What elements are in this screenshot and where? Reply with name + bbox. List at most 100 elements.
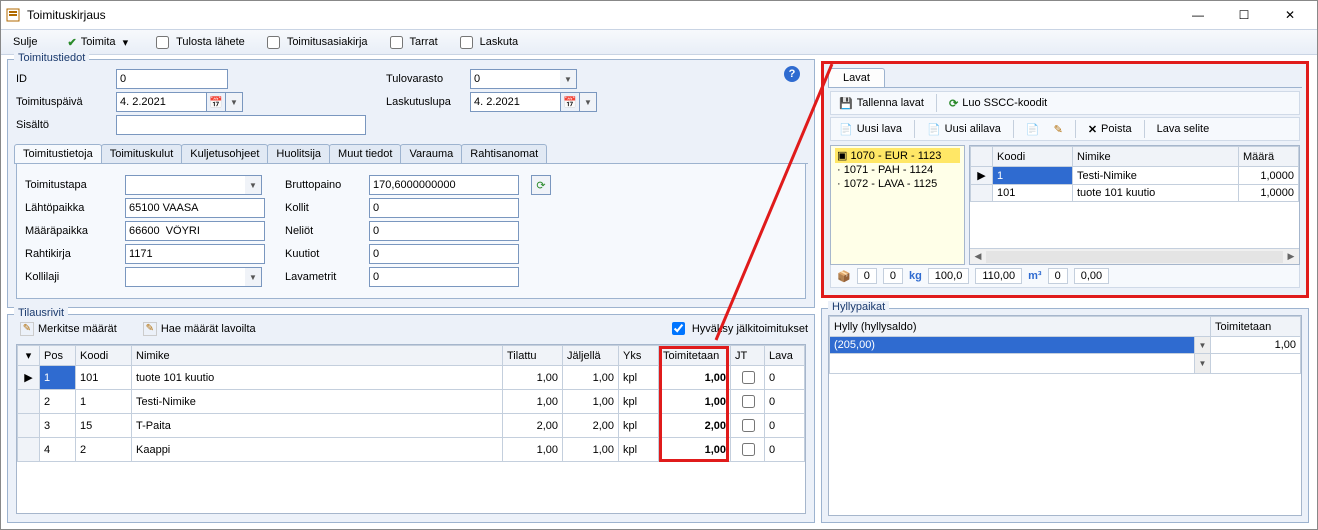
invoice-perm-field[interactable] bbox=[470, 92, 560, 112]
shelf-dropdown[interactable]: ▼ bbox=[1194, 337, 1210, 353]
gross-refresh-button[interactable]: ⟳ bbox=[531, 175, 551, 195]
close-window-button[interactable]: ✕ bbox=[1267, 1, 1313, 29]
method-field[interactable] bbox=[125, 175, 245, 195]
jt-checkbox[interactable] bbox=[742, 419, 755, 432]
tree-node[interactable]: · 1072 - LAVA - 1125 bbox=[835, 177, 960, 191]
col-maara[interactable]: Määrä bbox=[1239, 147, 1299, 167]
subtab-muut tiedot[interactable]: Muut tiedot bbox=[329, 144, 401, 163]
orderline-row[interactable]: 315T-Paita2,002,00kpl2,000 bbox=[18, 414, 805, 438]
tab-lavat[interactable]: Lavat bbox=[828, 68, 885, 87]
status-w: 110,00 bbox=[975, 268, 1022, 284]
lavat-panel-highlight: Lavat 💾Tallenna lavat ⟳Luo SSCC-koodit 📄… bbox=[821, 61, 1309, 298]
orderline-row[interactable]: ▶1101tuote 101 kuutio1,001,00kpl1,000 bbox=[18, 366, 805, 390]
method-dropdown[interactable]: ▼ bbox=[245, 175, 262, 195]
invoice-toggle[interactable]: Laskuta bbox=[456, 33, 519, 52]
waybill-field[interactable] bbox=[125, 244, 265, 264]
pallet-desc-button[interactable]: Lava selite bbox=[1153, 121, 1214, 137]
content-field[interactable] bbox=[116, 115, 366, 135]
col-koodi[interactable]: Koodi bbox=[76, 346, 132, 366]
delivery-date-field[interactable] bbox=[116, 92, 206, 112]
labels-toggle[interactable]: Tarrat bbox=[386, 33, 438, 52]
shelf-row[interactable]: (205,00) ▼ 1,00 bbox=[830, 337, 1301, 354]
labels-checkbox[interactable] bbox=[390, 36, 403, 49]
col-jt[interactable]: JT bbox=[731, 346, 765, 366]
col-tilattu[interactable]: Tilattu bbox=[503, 346, 563, 366]
fetch-qty-button[interactable]: ✎Hae määrät lavoilta bbox=[137, 320, 262, 338]
jt-checkbox[interactable] bbox=[742, 443, 755, 456]
new-subpallet-button[interactable]: 📄Uusi alilava bbox=[923, 121, 1005, 138]
col-hylly[interactable]: Hylly (hyllysaldo) bbox=[830, 317, 1211, 337]
copy-button[interactable]: 📄 bbox=[1022, 121, 1044, 138]
kollilaji-field[interactable] bbox=[125, 267, 245, 287]
col-lava[interactable]: Lava bbox=[765, 346, 805, 366]
from-field[interactable] bbox=[125, 198, 265, 218]
subtab-toimitustietoja[interactable]: Toimitustietoja bbox=[14, 144, 102, 163]
col-koodi[interactable]: Koodi bbox=[993, 147, 1073, 167]
col-toimitetaan[interactable]: Toimitetaan bbox=[1211, 317, 1301, 337]
help-icon[interactable]: ? bbox=[784, 66, 800, 82]
shelf-grid[interactable]: Hylly (hyllysaldo) Toimitetaan (205,00) … bbox=[829, 316, 1301, 374]
kollilaji-dropdown[interactable]: ▼ bbox=[245, 267, 262, 287]
minimize-button[interactable]: — bbox=[1175, 1, 1221, 29]
new-pallet-button[interactable]: 📄Uusi lava bbox=[835, 121, 906, 138]
tree-node[interactable]: ▣ 1070 - EUR - 1123 bbox=[835, 148, 960, 163]
save-pallets-button[interactable]: 💾Tallenna lavat bbox=[835, 95, 928, 112]
subtab-huolitsija[interactable]: Huolitsija bbox=[267, 144, 330, 163]
print-note-toggle[interactable]: Tulosta lähete bbox=[152, 33, 245, 52]
orderline-row[interactable]: 42Kaappi1,001,00kpl1,000 bbox=[18, 438, 805, 462]
row-selector-header[interactable]: ▾ bbox=[18, 346, 40, 366]
subtab-rahtisanomat[interactable]: Rahtisanomat bbox=[461, 144, 547, 163]
main-toolbar: Sulje ✔Toimita ▾ Tulosta lähete Toimitus… bbox=[1, 29, 1317, 55]
edit-button[interactable]: ✎ bbox=[1050, 121, 1067, 138]
hscrollbar[interactable]: ◀▶ bbox=[970, 248, 1299, 264]
calendar-icon[interactable]: 📅 bbox=[206, 92, 226, 112]
kuutiot-field[interactable] bbox=[369, 244, 519, 264]
orderlines-grid[interactable]: ▾ Pos Koodi Nimike Tilattu Jäljellä Yks … bbox=[16, 344, 806, 514]
to-storage-dropdown[interactable]: ▼ bbox=[560, 69, 577, 89]
col-nimike[interactable]: Nimike bbox=[132, 346, 503, 366]
gross-field[interactable] bbox=[369, 175, 519, 195]
col-nimike[interactable]: Nimike bbox=[1073, 147, 1239, 167]
invoice-checkbox[interactable] bbox=[460, 36, 473, 49]
accept-backorders-checkbox[interactable] bbox=[672, 322, 685, 335]
kollit-field[interactable] bbox=[369, 198, 519, 218]
id-field[interactable] bbox=[116, 69, 228, 89]
save-icon: 💾 bbox=[839, 97, 853, 110]
delete-button[interactable]: ✕Poista bbox=[1084, 121, 1136, 138]
pallet-grid[interactable]: Koodi Nimike Määrä ▶1Testi-Nimike1,00001… bbox=[969, 145, 1300, 265]
shelf-row-empty[interactable]: ▼ bbox=[830, 354, 1301, 374]
m3-label: m³ bbox=[1028, 270, 1041, 282]
pallet-grid-row[interactable]: 101tuote 101 kuutio1,0000 bbox=[971, 185, 1299, 202]
tree-node[interactable]: · 1071 - PAH - 1124 bbox=[835, 163, 960, 177]
delivery-doc-checkbox[interactable] bbox=[267, 36, 280, 49]
close-button[interactable]: Sulje bbox=[7, 34, 43, 50]
deliver-button[interactable]: ✔Toimita ▾ bbox=[61, 34, 134, 51]
subtab-varauma[interactable]: Varauma bbox=[400, 144, 462, 163]
subtab-toimituskulut[interactable]: Toimituskulut bbox=[101, 144, 183, 163]
orderline-row[interactable]: 21Testi-Nimike1,001,00kpl1,000 bbox=[18, 390, 805, 414]
col-toimitetaan[interactable]: Toimitetaan bbox=[659, 346, 731, 366]
col-pos[interactable]: Pos bbox=[40, 346, 76, 366]
kuutiot-label: Kuutiot bbox=[285, 248, 361, 260]
neliot-field[interactable] bbox=[369, 221, 519, 241]
delivery-doc-toggle[interactable]: Toimitusasiakirja bbox=[263, 33, 368, 52]
pallet-tree[interactable]: ▣ 1070 - EUR - 1123· 1071 - PAH - 1124· … bbox=[830, 145, 965, 265]
lavametrit-field[interactable] bbox=[369, 267, 519, 287]
to-field[interactable] bbox=[125, 221, 265, 241]
shelf-dropdown[interactable]: ▼ bbox=[1194, 354, 1210, 373]
print-note-checkbox[interactable] bbox=[156, 36, 169, 49]
accept-backorders-toggle[interactable]: Hyväksy jälkitoimitukset bbox=[668, 319, 808, 338]
jt-checkbox[interactable] bbox=[742, 395, 755, 408]
col-yks[interactable]: Yks bbox=[619, 346, 659, 366]
mark-qty-button[interactable]: ✎Merkitse määrät bbox=[14, 320, 123, 338]
invoice-perm-dropdown[interactable]: ▼ bbox=[580, 92, 597, 112]
subtab-kuljetusohjeet[interactable]: Kuljetusohjeet bbox=[181, 144, 268, 163]
col-jaljella[interactable]: Jäljellä bbox=[563, 346, 619, 366]
to-storage-field[interactable] bbox=[470, 69, 560, 89]
delivery-date-dropdown[interactable]: ▼ bbox=[226, 92, 243, 112]
jt-checkbox[interactable] bbox=[742, 371, 755, 384]
create-sscc-button[interactable]: ⟳Luo SSCC-koodit bbox=[945, 95, 1051, 112]
pallet-grid-row[interactable]: ▶1Testi-Nimike1,0000 bbox=[971, 167, 1299, 185]
maximize-button[interactable]: ☐ bbox=[1221, 1, 1267, 29]
calendar-icon[interactable]: 📅 bbox=[560, 92, 580, 112]
